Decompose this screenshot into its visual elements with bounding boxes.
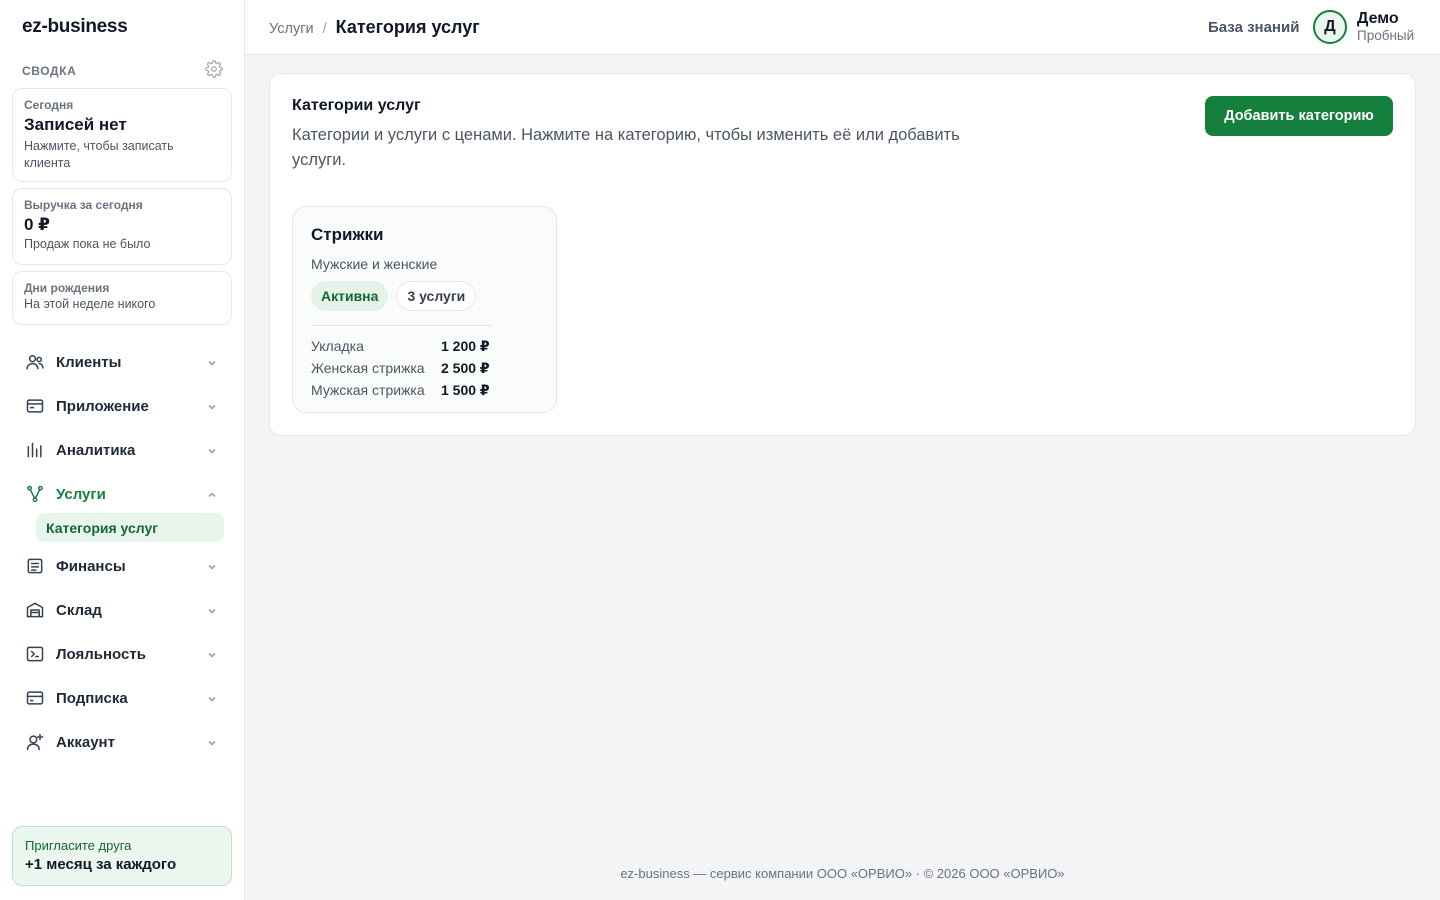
- sidebar: ez-business СВОДКА Сегодня Записей нет Н…: [0, 0, 245, 900]
- sidebar-item-label: Аккаунт: [56, 733, 115, 751]
- sidebar-item-loyalty[interactable]: Лояльность: [12, 632, 232, 676]
- sidebar-item-warehouse[interactable]: Склад: [12, 588, 232, 632]
- revenue-card[interactable]: Выручка за сегодня 0 ₽ Продаж пока не бы…: [12, 188, 232, 265]
- service-price: 1 500 ₽: [441, 381, 490, 398]
- summary-header: СВОДКА: [22, 60, 223, 78]
- add-category-button[interactable]: Добавить категорию: [1205, 96, 1393, 136]
- sidebar-subitem-service-category[interactable]: Категория услуг: [36, 513, 224, 542]
- today-card[interactable]: Сегодня Записей нет Нажмите, чтобы запис…: [12, 88, 232, 182]
- sidebar-item-label: Клиенты: [56, 353, 122, 371]
- invite-friend-banner[interactable]: Пригласите друга +1 месяц за каждого: [12, 826, 232, 886]
- warehouse-icon: [24, 599, 46, 621]
- category-name: Стрижки: [311, 225, 384, 244]
- revenue-hint: Продаж пока не было: [24, 237, 151, 251]
- sidebar-item-label: Подписка: [56, 689, 128, 707]
- user-name[interactable]: Демо: [1357, 10, 1399, 28]
- chevron-down-icon: [206, 692, 218, 704]
- avatar[interactable]: Д: [1313, 10, 1347, 44]
- invite-line2: +1 месяц за каждого: [25, 856, 177, 873]
- today-hint: Нажмите, чтобы записать клиента: [24, 139, 174, 170]
- birthdays-card[interactable]: Дни рождения На этой неделе никого: [12, 271, 232, 325]
- revenue-label: Выручка за сегодня: [24, 198, 143, 212]
- page-title: Категория услуг: [335, 17, 480, 37]
- breadcrumb: Услуги / Категория услуг: [269, 17, 480, 38]
- service-name: Мужская стрижка: [311, 382, 425, 398]
- service-count-badge: 3 услуги: [396, 281, 477, 311]
- chevron-down-icon: [206, 648, 218, 660]
- credit-card-icon: [24, 687, 46, 709]
- breadcrumb-parent[interactable]: Услуги: [269, 21, 314, 37]
- chevron-down-icon: [206, 444, 218, 456]
- category-card[interactable]: Стрижки Мужские и женские Активна 3 услу…: [292, 206, 557, 413]
- sidebar-item-subscription[interactable]: Подписка: [12, 676, 232, 720]
- users-icon: [24, 351, 46, 373]
- gear-icon[interactable]: [205, 60, 223, 78]
- service-name: Женская стрижка: [311, 360, 425, 376]
- services-icon: [24, 483, 46, 505]
- panel-title: Категории услуг: [292, 97, 421, 114]
- service-name: Укладка: [311, 338, 364, 354]
- category-description: Мужские и женские: [311, 256, 438, 272]
- chevron-down-icon: [206, 736, 218, 748]
- loyalty-icon: [24, 643, 46, 665]
- app-logo[interactable]: ez-business: [22, 16, 128, 38]
- app-window-icon: [24, 395, 46, 417]
- user-plan: Пробный: [1357, 28, 1415, 43]
- user-plus-icon: [24, 731, 46, 753]
- chevron-down-icon: [206, 604, 218, 616]
- invite-line1: Пригласите друга: [25, 838, 132, 853]
- divider: [311, 325, 492, 326]
- chevron-down-icon: [206, 356, 218, 368]
- sidebar-item-finance[interactable]: Финансы: [12, 544, 232, 588]
- sidebar-item-label: Лояльность: [56, 645, 146, 663]
- revenue-value: 0 ₽: [24, 215, 51, 234]
- page-footer: ez-business — сервис компании ООО «ОРВИО…: [620, 866, 1065, 881]
- chevron-down-icon: [206, 560, 218, 572]
- bar-chart-icon: [24, 439, 46, 461]
- summary-title: СВОДКА: [22, 64, 77, 78]
- sidebar-item-label: Аналитика: [56, 441, 136, 459]
- sidebar-item-label: Приложение: [56, 397, 149, 415]
- sidebar-item-app[interactable]: Приложение: [12, 384, 232, 428]
- list-item: Мужская стрижка 1 500 ₽: [311, 379, 490, 401]
- service-price: 2 500 ₽: [441, 359, 490, 376]
- today-value: Записей нет: [24, 115, 127, 134]
- chevron-down-icon: [206, 400, 218, 412]
- sidebar-item-clients[interactable]: Клиенты: [12, 340, 232, 384]
- sidebar-item-label: Склад: [56, 601, 102, 619]
- list-item: Женская стрижка 2 500 ₽: [311, 357, 490, 379]
- list-item: Укладка 1 200 ₽: [311, 335, 490, 357]
- categories-panel: Категории услуг Категории и услуги с цен…: [269, 73, 1416, 436]
- breadcrumb-separator: /: [322, 21, 327, 37]
- birthdays-hint: На этой неделе никого: [24, 297, 156, 311]
- panel-description: Категории и услуги с ценами. Нажмите на …: [292, 126, 960, 169]
- knowledge-base-link[interactable]: База знаний: [1208, 19, 1299, 36]
- top-header: Услуги / Категория услуг База знаний Д Д…: [245, 0, 1440, 55]
- chevron-up-icon: [206, 488, 218, 500]
- sidebar-item-analytics[interactable]: Аналитика: [12, 428, 232, 472]
- sidebar-item-account[interactable]: Аккаунт: [12, 720, 232, 764]
- service-list: Укладка 1 200 ₽ Женская стрижка 2 500 ₽ …: [311, 335, 490, 401]
- sidebar-item-services[interactable]: Услуги: [12, 472, 232, 516]
- category-badges: Активна 3 услуги: [311, 281, 477, 311]
- document-icon: [24, 555, 46, 577]
- sidebar-item-label: Финансы: [56, 557, 126, 575]
- today-label: Сегодня: [24, 98, 74, 112]
- service-price: 1 200 ₽: [441, 337, 490, 354]
- status-badge: Активна: [311, 281, 389, 311]
- sidebar-item-label: Услуги: [56, 485, 106, 503]
- sidebar-nav: Клиенты Приложение Аналитика Услуги Кате…: [12, 340, 232, 764]
- birthdays-label: Дни рождения: [24, 281, 110, 295]
